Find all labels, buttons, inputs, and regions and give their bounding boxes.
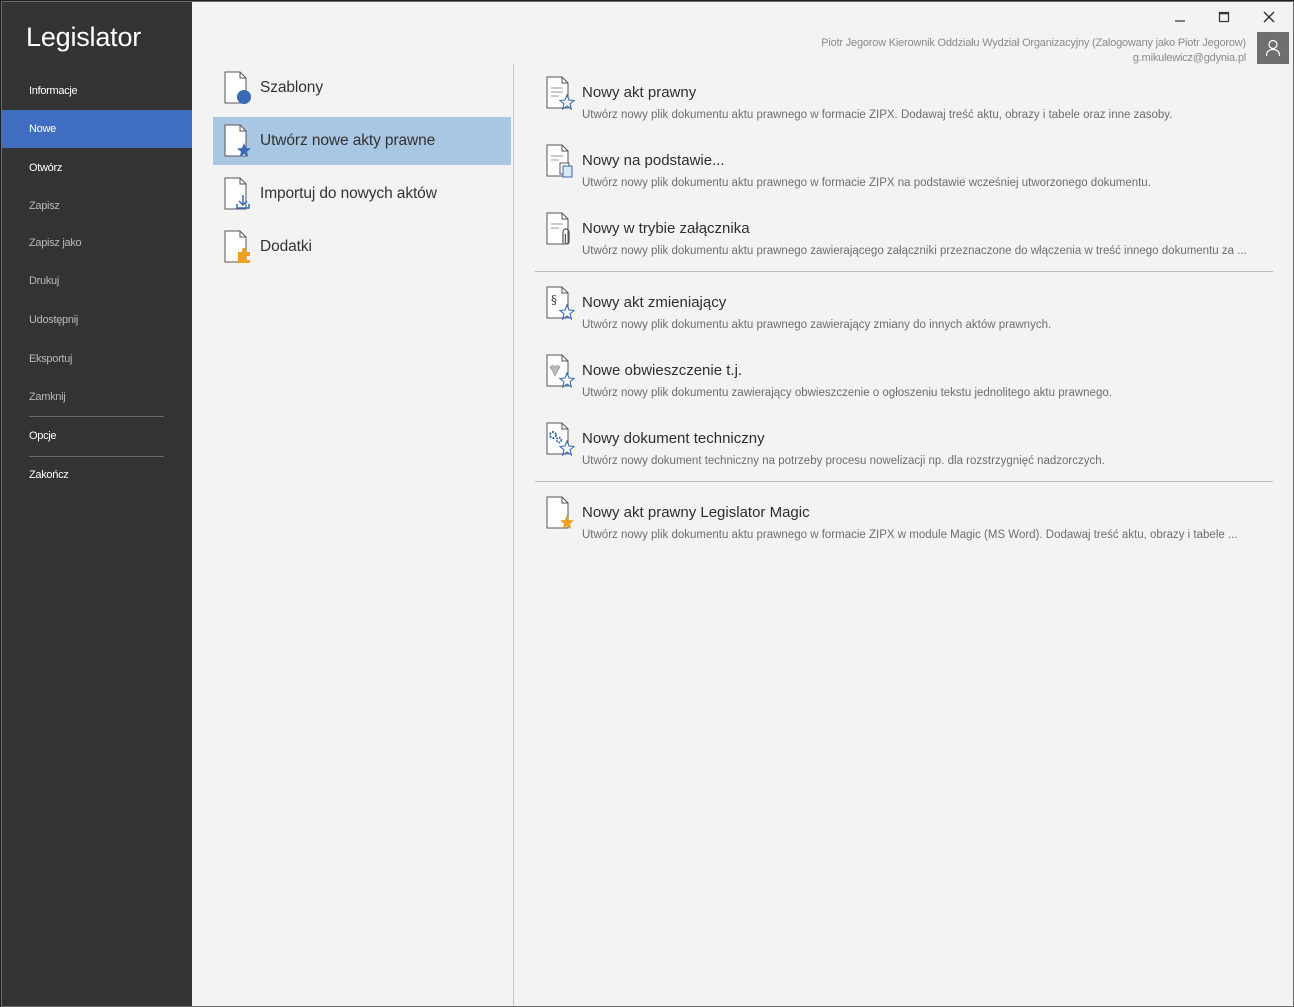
document-title: Nowy akt prawny	[582, 84, 697, 101]
category-utworz-nowe-akty[interactable]: Utwórz nowe akty prawne	[213, 117, 511, 165]
paperclip-document-icon	[546, 212, 570, 245]
close-button[interactable]	[1249, 6, 1289, 28]
close-icon	[1263, 11, 1275, 23]
category-label: Szablony	[260, 79, 323, 96]
new-technical-document-item[interactable]: Nowy dokument techniczny Utwórz nowy dok…	[535, 412, 1273, 478]
sidebar-item-otworz[interactable]: Otwórz	[2, 149, 192, 187]
paragraph-glyph: §	[551, 293, 557, 307]
document-copy-icon	[546, 144, 573, 178]
document-description: Utwórz nowy plik dokumentu zawierający o…	[582, 387, 1112, 399]
addon-icon	[224, 230, 250, 263]
category-dodatki[interactable]: Dodatki	[213, 223, 511, 271]
document-description: Utwórz nowy plik dokumentu aktu prawnego…	[582, 529, 1238, 541]
new-legal-act-item[interactable]: Nowy akt prawny Utwórz nowy plik dokumen…	[535, 66, 1273, 132]
user-email: g.mikulewicz@gdynia.pl	[1132, 52, 1246, 64]
sidebar-item-zapisz-jako[interactable]: Zapisz jako	[2, 224, 192, 262]
document-title: Nowy akt prawny Legislator Magic	[582, 504, 810, 521]
app-window: Legislator Informacje Nowe Otwórz Zapisz…	[1, 1, 1294, 1007]
document-title: Nowy dokument techniczny	[582, 430, 765, 447]
gears-star-icon	[546, 422, 575, 456]
sidebar: Legislator Informacje Nowe Otwórz Zapisz…	[2, 2, 192, 1006]
user-name-line: Piotr Jegorow Kierownik Oddziału Wydział…	[821, 37, 1246, 49]
document-description: Utwórz nowy plik dokumentu aktu prawnego…	[582, 177, 1151, 189]
eagle-star-icon	[546, 354, 575, 388]
new-magic-act-item[interactable]: Nowy akt prawny Legislator Magic Utwórz …	[535, 486, 1273, 552]
category-szablony[interactable]: Szablony	[213, 64, 511, 112]
new-announcement-item[interactable]: Nowe obwieszczenie t.j. Utwórz nowy plik…	[535, 344, 1273, 410]
sidebar-item-informacje[interactable]: Informacje	[2, 72, 192, 110]
category-importuj[interactable]: Importuj do nowych aktów	[213, 170, 511, 218]
minimize-button[interactable]	[1160, 6, 1200, 28]
sidebar-item-drukuj[interactable]: Drukuj	[2, 262, 192, 300]
column-divider	[513, 64, 514, 1006]
import-icon	[224, 177, 250, 210]
maximize-button[interactable]	[1204, 6, 1244, 28]
new-attachment-mode-item[interactable]: Nowy w trybie załącznika Utwórz nowy pli…	[535, 202, 1273, 268]
user-icon	[1265, 39, 1281, 57]
sidebar-item-zakoncz[interactable]: Zakończ	[2, 456, 192, 494]
new-act-icon	[224, 124, 251, 157]
document-title: Nowy w trybie załącznika	[582, 220, 750, 237]
sidebar-item-eksportuj[interactable]: Eksportuj	[2, 340, 192, 378]
document-title: Nowy akt zmieniający	[582, 294, 727, 311]
template-icon	[224, 71, 251, 104]
new-based-on-item[interactable]: Nowy na podstawie... Utwórz nowy plik do…	[535, 134, 1273, 200]
minimize-icon	[1175, 20, 1185, 22]
document-description: Utwórz nowy plik dokumentu aktu prawnego…	[582, 319, 1052, 331]
document-description: Utwórz nowy dokument techniczny na potrz…	[582, 455, 1105, 467]
maximize-icon	[1218, 11, 1230, 23]
document-orange-star-icon	[546, 496, 574, 529]
sidebar-item-zamknij[interactable]: Zamknij	[2, 378, 192, 416]
category-label: Dodatki	[260, 238, 312, 255]
sidebar-item-zapisz[interactable]: Zapisz	[2, 187, 192, 225]
category-label: Importuj do nowych aktów	[260, 185, 437, 202]
paragraph-star-icon: §	[546, 286, 575, 320]
new-amending-act-item[interactable]: § Nowy akt zmieniający Utwórz nowy plik …	[535, 276, 1273, 342]
category-label: Utwórz nowe akty prawne	[260, 132, 436, 149]
sidebar-item-opcje[interactable]: Opcje	[2, 417, 192, 455]
group-divider	[535, 481, 1273, 482]
document-description: Utwórz nowy plik dokumentu aktu prawnego…	[582, 109, 1173, 121]
document-title: Nowy na podstawie...	[582, 152, 725, 169]
document-star-icon	[546, 76, 575, 110]
user-info: Piotr Jegorow Kierownik Oddziału Wydział…	[821, 36, 1246, 66]
document-description: Utwórz nowy plik dokumentu aktu prawnego…	[582, 245, 1247, 257]
user-avatar-button[interactable]	[1257, 32, 1289, 64]
sidebar-item-nowe[interactable]: Nowe	[2, 110, 192, 148]
document-title: Nowe obwieszczenie t.j.	[582, 362, 743, 379]
group-divider	[535, 271, 1273, 272]
app-title: Legislator	[26, 22, 142, 52]
sidebar-item-udostepnij[interactable]: Udostępnij	[2, 301, 192, 339]
